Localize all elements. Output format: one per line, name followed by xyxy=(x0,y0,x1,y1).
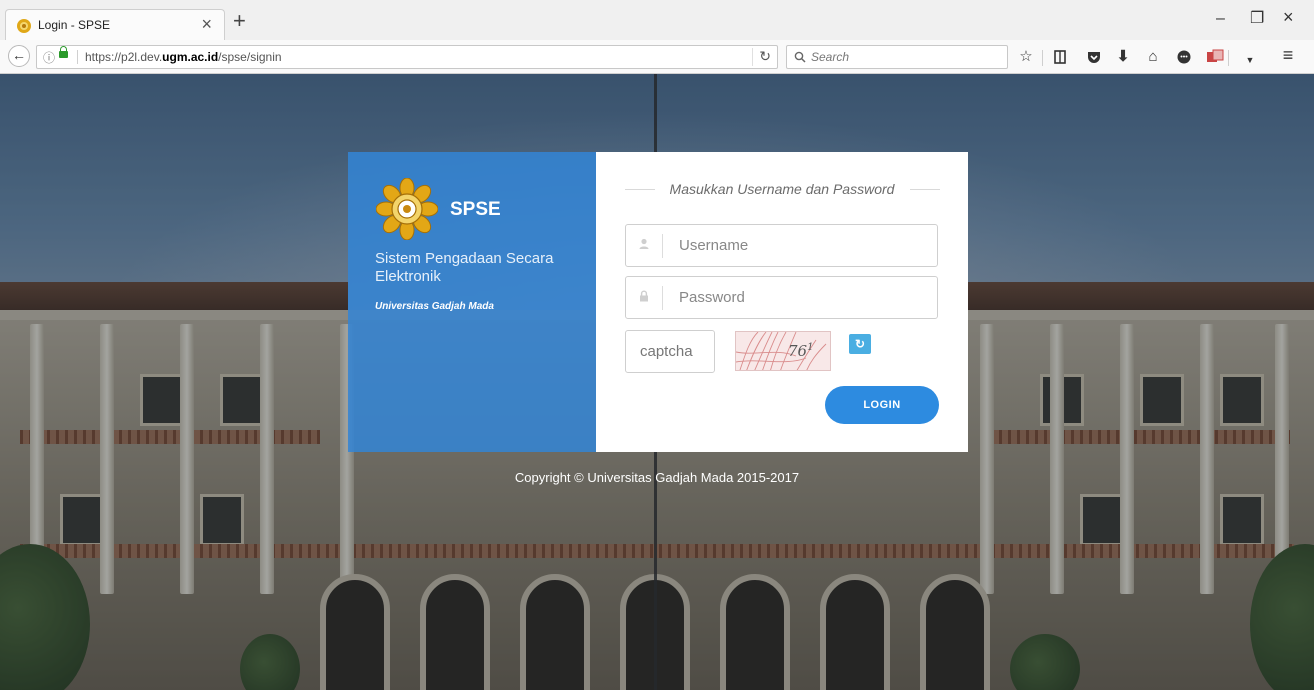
username-placeholder: Username xyxy=(679,237,749,254)
copyright-text: Copyright © Universitas Gadjah Mada 2015… xyxy=(514,470,800,485)
browser-nav-bar: ← ⓘ https://p2l.dev.ugm.ac.id/spse/signi… xyxy=(0,40,1314,74)
info-icon[interactable]: ⓘ xyxy=(43,49,55,66)
field-divider xyxy=(662,234,663,258)
reading-list-icon[interactable] xyxy=(1050,49,1070,65)
home-icon[interactable]: ⌂ xyxy=(1143,48,1163,66)
password-field[interactable]: Password xyxy=(625,276,938,319)
download-icon[interactable]: ⬇ xyxy=(1113,48,1133,66)
toolbar-separator xyxy=(1042,50,1043,66)
brand-name: SPSE xyxy=(450,199,501,220)
window-restore-button[interactable]: ❐ xyxy=(1250,10,1264,28)
ugm-favicon-icon xyxy=(17,19,31,33)
browser-tab-bar: Login - SPSE × + – ❐ × xyxy=(0,0,1314,41)
chevron-down-icon[interactable]: ▼ xyxy=(1240,51,1260,69)
back-icon[interactable]: ← xyxy=(8,45,30,67)
chat-icon[interactable] xyxy=(1174,49,1194,65)
extension-icon[interactable] xyxy=(1205,49,1225,65)
brand-panel: SPSE Sistem Pengadaan Secara Elektronik … xyxy=(348,152,596,452)
refresh-captcha-button[interactable]: ↻ xyxy=(849,334,871,354)
login-button[interactable]: LOGIN xyxy=(825,386,939,424)
reload-icon[interactable]: ↻ xyxy=(759,48,771,65)
tab-title: Login - SPSE xyxy=(38,18,111,32)
password-placeholder: Password xyxy=(679,289,745,306)
url-text[interactable]: https://p2l.dev.ugm.ac.id/spse/signin xyxy=(85,50,282,64)
login-form-panel: Masukkan Username dan Password Username … xyxy=(596,152,968,452)
new-tab-button[interactable]: + xyxy=(233,10,246,32)
window-close-button[interactable]: × xyxy=(1283,8,1294,26)
browser-tab[interactable]: Login - SPSE × xyxy=(5,9,225,40)
captcha-code: 761 xyxy=(788,342,814,360)
url-separator xyxy=(77,50,78,64)
brand-subtitle: Sistem Pengadaan Secara Elektronik xyxy=(375,250,554,285)
user-icon xyxy=(639,238,649,249)
search-bar[interactable]: Search xyxy=(786,45,1008,69)
form-heading: Masukkan Username dan Password xyxy=(669,181,895,197)
captcha-image: 761 xyxy=(735,331,831,371)
lock-icon xyxy=(640,290,648,302)
captcha-field[interactable]: captcha xyxy=(625,330,715,373)
captcha-noise xyxy=(736,332,827,370)
url-bar[interactable]: ⓘ https://p2l.dev.ugm.ac.id/spse/signin … xyxy=(36,45,778,69)
toolbar-separator-2 xyxy=(1228,50,1229,66)
username-field[interactable]: Username xyxy=(625,224,938,267)
tab-close-icon[interactable]: × xyxy=(201,14,212,34)
window-minimize-button[interactable]: – xyxy=(1216,10,1225,28)
login-page: SPSE Sistem Pengadaan Secara Elektronik … xyxy=(0,74,1314,690)
bookmark-star-icon[interactable]: ☆ xyxy=(1016,48,1036,66)
captcha-placeholder: captcha xyxy=(640,343,693,360)
lock-icon[interactable] xyxy=(59,46,68,58)
reload-separator xyxy=(752,48,753,66)
university-name: Universitas Gadjah Mada xyxy=(375,301,494,312)
ugm-logo-icon xyxy=(376,178,438,240)
search-icon xyxy=(794,51,806,63)
pocket-icon[interactable] xyxy=(1084,49,1104,65)
menu-icon[interactable]: ≡ xyxy=(1278,46,1298,64)
search-placeholder: Search xyxy=(811,50,850,64)
field-divider xyxy=(662,286,663,310)
